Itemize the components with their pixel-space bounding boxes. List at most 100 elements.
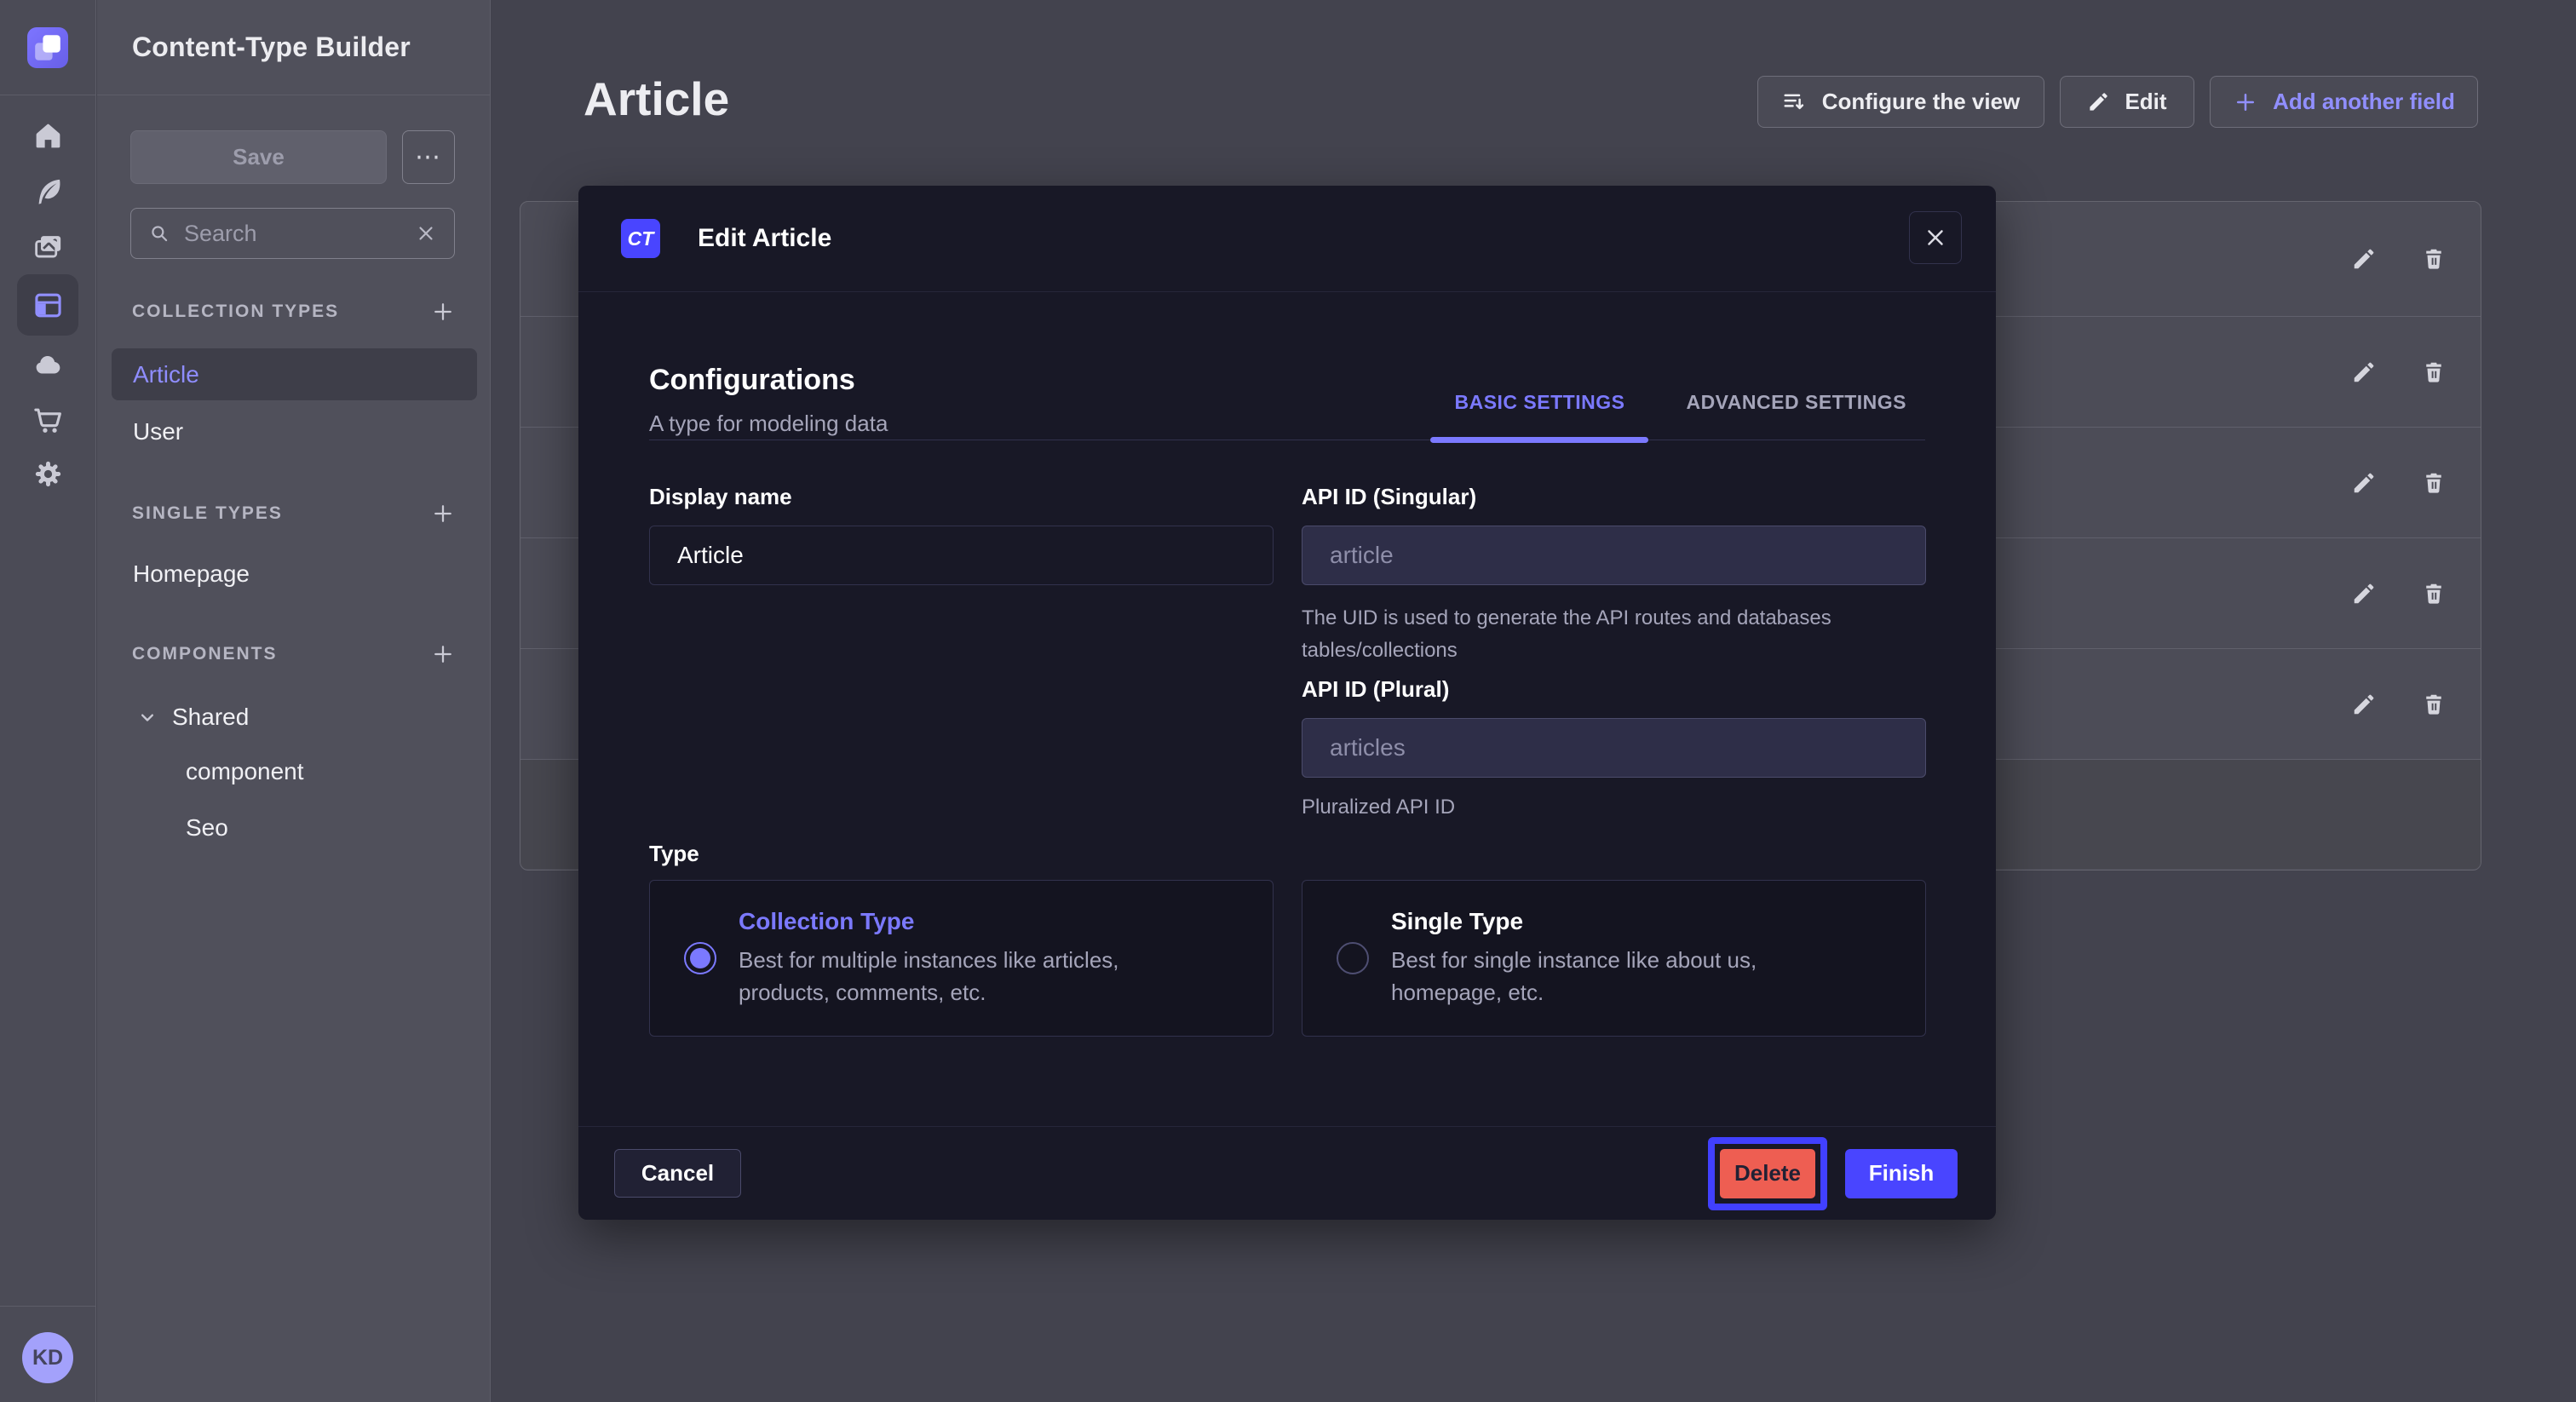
add-collection-type-icon[interactable] [430, 299, 456, 325]
type-options: Collection Type Best for multiple instan… [649, 880, 1926, 1037]
search-icon [148, 222, 170, 244]
row-edit-pencil-icon[interactable] [2348, 243, 2380, 275]
content-type-builder-icon[interactable] [17, 274, 78, 336]
delete-button[interactable]: Delete [1720, 1149, 1815, 1198]
configure-view-label: Configure the view [1822, 89, 2021, 115]
collection-types-header: COLLECTION TYPES [132, 295, 456, 329]
row-delete-trash-icon[interactable] [2418, 577, 2450, 610]
api-id-singular-label: API ID (Singular) [1302, 484, 1476, 510]
single-types-title: SINGLE TYPES [132, 503, 283, 524]
search-input[interactable] [184, 221, 401, 247]
media-library-icon[interactable] [0, 231, 95, 262]
modal-header: CT Edit Article [578, 186, 1996, 292]
radio-checked-icon[interactable] [684, 942, 716, 974]
display-name-input[interactable] [649, 526, 1274, 585]
sidebar-item-homepage[interactable]: Homepage [112, 548, 477, 600]
configurations-title: Configurations [649, 364, 888, 397]
edit-article-modal: CT Edit Article Configurations A type fo… [578, 186, 1996, 1220]
edit-label: Edit [2125, 89, 2166, 115]
row-edit-pencil-icon[interactable] [2348, 356, 2380, 388]
collection-type-option[interactable]: Collection Type Best for multiple instan… [649, 880, 1274, 1037]
rail-header [0, 0, 95, 95]
single-type-title: Single Type [1391, 908, 1868, 935]
single-type-option[interactable]: Single Type Best for single instance lik… [1302, 880, 1926, 1037]
finish-button[interactable]: Finish [1845, 1149, 1958, 1198]
strapi-logo-icon[interactable] [27, 27, 68, 68]
row-edit-pencil-icon[interactable] [2348, 577, 2380, 610]
rail-divider [0, 1306, 95, 1307]
tab-basic-settings[interactable]: BASIC SETTINGS [1454, 391, 1624, 440]
row-edit-pencil-icon[interactable] [2348, 688, 2380, 721]
screen: KD Content-Type Builder Save ⋯ COLLECTIO… [0, 0, 2576, 1402]
row-delete-trash-icon[interactable] [2418, 243, 2450, 275]
page-actions: Configure the view Edit Add another fiel… [1757, 76, 2478, 128]
configurations-subtitle: A type for modeling data [649, 411, 888, 437]
sidebar-item-label: component [186, 758, 304, 785]
edit-button[interactable]: Edit [2060, 76, 2194, 128]
api-id-singular-input[interactable] [1302, 526, 1926, 585]
content-type-badge: CT [621, 219, 660, 258]
collection-types-title: COLLECTION TYPES [132, 302, 339, 322]
chevron-down-icon [135, 705, 159, 729]
save-button[interactable]: Save [130, 130, 387, 184]
settings-gear-icon[interactable] [0, 458, 95, 490]
cloud-icon[interactable] [0, 349, 95, 381]
sidebar-item-seo[interactable]: Seo [112, 802, 477, 853]
marketplace-cart-icon[interactable] [0, 405, 95, 436]
home-icon[interactable] [0, 120, 95, 152]
row-delete-trash-icon[interactable] [2418, 356, 2450, 388]
icon-rail: KD [0, 0, 96, 1402]
row-delete-trash-icon[interactable] [2418, 467, 2450, 499]
sidebar-item-label: Seo [186, 814, 228, 842]
sidebar-item-label: Article [133, 361, 199, 388]
sidebar-header: Content-Type Builder [97, 0, 490, 95]
add-component-icon[interactable] [430, 641, 456, 667]
type-label: Type [649, 841, 699, 867]
plus-icon [2233, 89, 2258, 115]
tab-advanced-settings[interactable]: ADVANCED SETTINGS [1686, 391, 1906, 440]
collection-type-description: Best for multiple instances like article… [739, 944, 1216, 1008]
modal-form: Display name API ID (Singular) The UID i… [649, 440, 1925, 1126]
sidebar-item-label: User [133, 418, 183, 445]
pencil-icon [2087, 90, 2110, 113]
sidebar-item-component[interactable]: component [112, 745, 477, 797]
clear-search-icon[interactable] [415, 222, 437, 244]
sidebar-item-article[interactable]: Article [112, 348, 477, 400]
cancel-button[interactable]: Cancel [614, 1149, 741, 1198]
close-modal-button[interactable] [1909, 211, 1962, 264]
modal-footer: Cancel Delete Finish [578, 1126, 1996, 1220]
configure-view-button[interactable]: Configure the view [1757, 76, 2044, 128]
modal-title: Edit Article [698, 224, 831, 253]
api-id-plural-label: API ID (Plural) [1302, 676, 1449, 703]
collection-type-title: Collection Type [739, 908, 1216, 935]
sidebar-item-label: Homepage [133, 560, 250, 588]
plugin-title: Content-Type Builder [132, 32, 411, 63]
close-icon [1923, 225, 1948, 250]
more-options-button[interactable]: ⋯ [402, 130, 455, 184]
radio-unchecked-icon[interactable] [1337, 942, 1369, 974]
avatar[interactable]: KD [22, 1332, 73, 1383]
components-title: COMPONENTS [132, 644, 278, 664]
sidebar-panel: Content-Type Builder Save ⋯ COLLECTION T… [97, 0, 491, 1402]
add-single-type-icon[interactable] [430, 501, 456, 526]
content-manager-icon[interactable] [0, 175, 95, 207]
sidebar-item-user[interactable]: User [112, 405, 477, 457]
sidebar-group-label: Shared [172, 704, 249, 731]
display-name-label: Display name [649, 484, 792, 510]
page-title: Article [584, 72, 729, 126]
configurations-section-head: Configurations A type for modeling data … [649, 292, 1925, 440]
api-id-plural-helper: Pluralized API ID [1302, 791, 1881, 824]
row-edit-pencil-icon[interactable] [2348, 467, 2380, 499]
add-another-field-button[interactable]: Add another field [2210, 76, 2478, 128]
single-type-description: Best for single instance like about us, … [1391, 944, 1868, 1008]
single-types-header: SINGLE TYPES [132, 497, 456, 531]
sidebar-search [130, 208, 455, 259]
row-delete-trash-icon[interactable] [2418, 688, 2450, 721]
delete-highlight-ring: Delete [1708, 1137, 1827, 1210]
settings-tabs: BASIC SETTINGS ADVANCED SETTINGS [1454, 391, 1906, 440]
sidebar-group-shared[interactable]: Shared [112, 691, 477, 743]
components-header: COMPONENTS [132, 637, 456, 671]
api-id-plural-input[interactable] [1302, 718, 1926, 778]
modal-body: Configurations A type for modeling data … [578, 292, 1996, 1126]
configure-list-icon [1782, 89, 1808, 115]
